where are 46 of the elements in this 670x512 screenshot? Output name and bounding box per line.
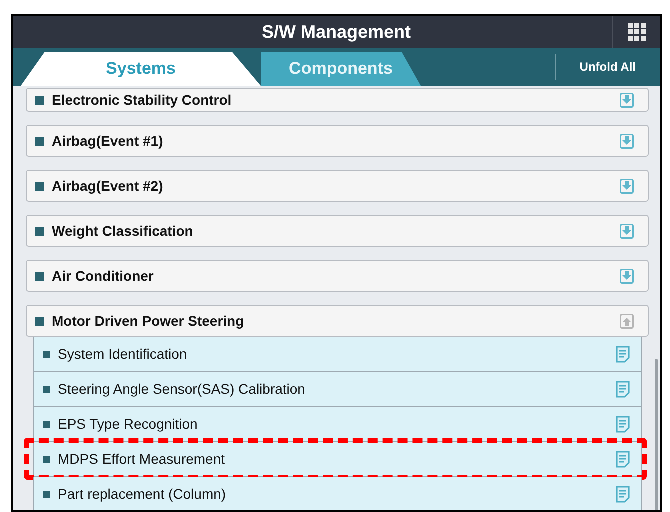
download-icon bbox=[620, 92, 634, 108]
system-group-row[interactable]: Motor Driven Power Steering bbox=[26, 305, 649, 337]
function-row[interactable]: Part replacement (Column) bbox=[33, 477, 642, 510]
bullet-icon bbox=[35, 272, 44, 280]
download-icon bbox=[620, 224, 634, 238]
function-label: System Identification bbox=[58, 344, 188, 364]
document-icon bbox=[616, 346, 630, 362]
document-icon bbox=[616, 416, 630, 432]
bullet-icon bbox=[35, 136, 44, 146]
group-label: Airbag(Event #1) bbox=[52, 132, 164, 151]
document-icon bbox=[616, 450, 630, 468]
function-label: Part replacement (Column) bbox=[58, 484, 228, 504]
bullet-icon bbox=[43, 386, 50, 392]
bullet-icon bbox=[35, 182, 44, 190]
grid-icon bbox=[628, 23, 646, 41]
bullet-icon bbox=[43, 350, 50, 358]
function-label: EPS Type Recognition bbox=[58, 414, 199, 434]
download-icon bbox=[620, 268, 634, 284]
function-label: MDPS Effort Measurement bbox=[58, 450, 226, 468]
group-label: Airbag(Event #2) bbox=[52, 176, 164, 196]
upload-icon bbox=[620, 314, 634, 328]
bullet-icon bbox=[43, 420, 50, 428]
system-group-row[interactable]: Electronic Stability Control bbox=[26, 88, 649, 112]
group-label: Electronic Stability Control bbox=[52, 90, 233, 110]
group-label: Motor Driven Power Steering bbox=[52, 312, 246, 331]
system-group-row[interactable]: Air Conditioner bbox=[26, 260, 649, 292]
system-group-row[interactable]: Airbag(Event #2) bbox=[26, 170, 649, 202]
download-icon bbox=[620, 178, 634, 194]
bullet-icon bbox=[35, 316, 44, 326]
function-row[interactable]: System Identification bbox=[33, 337, 642, 372]
system-group-row[interactable]: Airbag(Event #1) bbox=[26, 125, 649, 157]
system-group-row[interactable]: Weight Classification bbox=[26, 215, 649, 247]
group-label: Weight Classification bbox=[52, 222, 194, 241]
bullet-icon bbox=[43, 456, 50, 462]
bullet-icon bbox=[35, 226, 44, 236]
document-icon bbox=[616, 380, 630, 398]
document-icon bbox=[616, 486, 630, 502]
function-row[interactable]: EPS Type Recognition bbox=[33, 407, 642, 442]
bullet-icon bbox=[43, 490, 50, 498]
function-row[interactable]: Steering Angle Sensor(SAS) Calibration bbox=[33, 372, 642, 407]
window-title: S/W Management bbox=[262, 20, 412, 44]
function-label: Steering Angle Sensor(SAS) Calibration bbox=[58, 380, 306, 399]
group-label: Air Conditioner bbox=[52, 266, 155, 286]
download-icon bbox=[620, 134, 634, 148]
unfold-all-button[interactable]: Unfold All bbox=[556, 52, 660, 82]
bullet-icon bbox=[35, 96, 44, 104]
